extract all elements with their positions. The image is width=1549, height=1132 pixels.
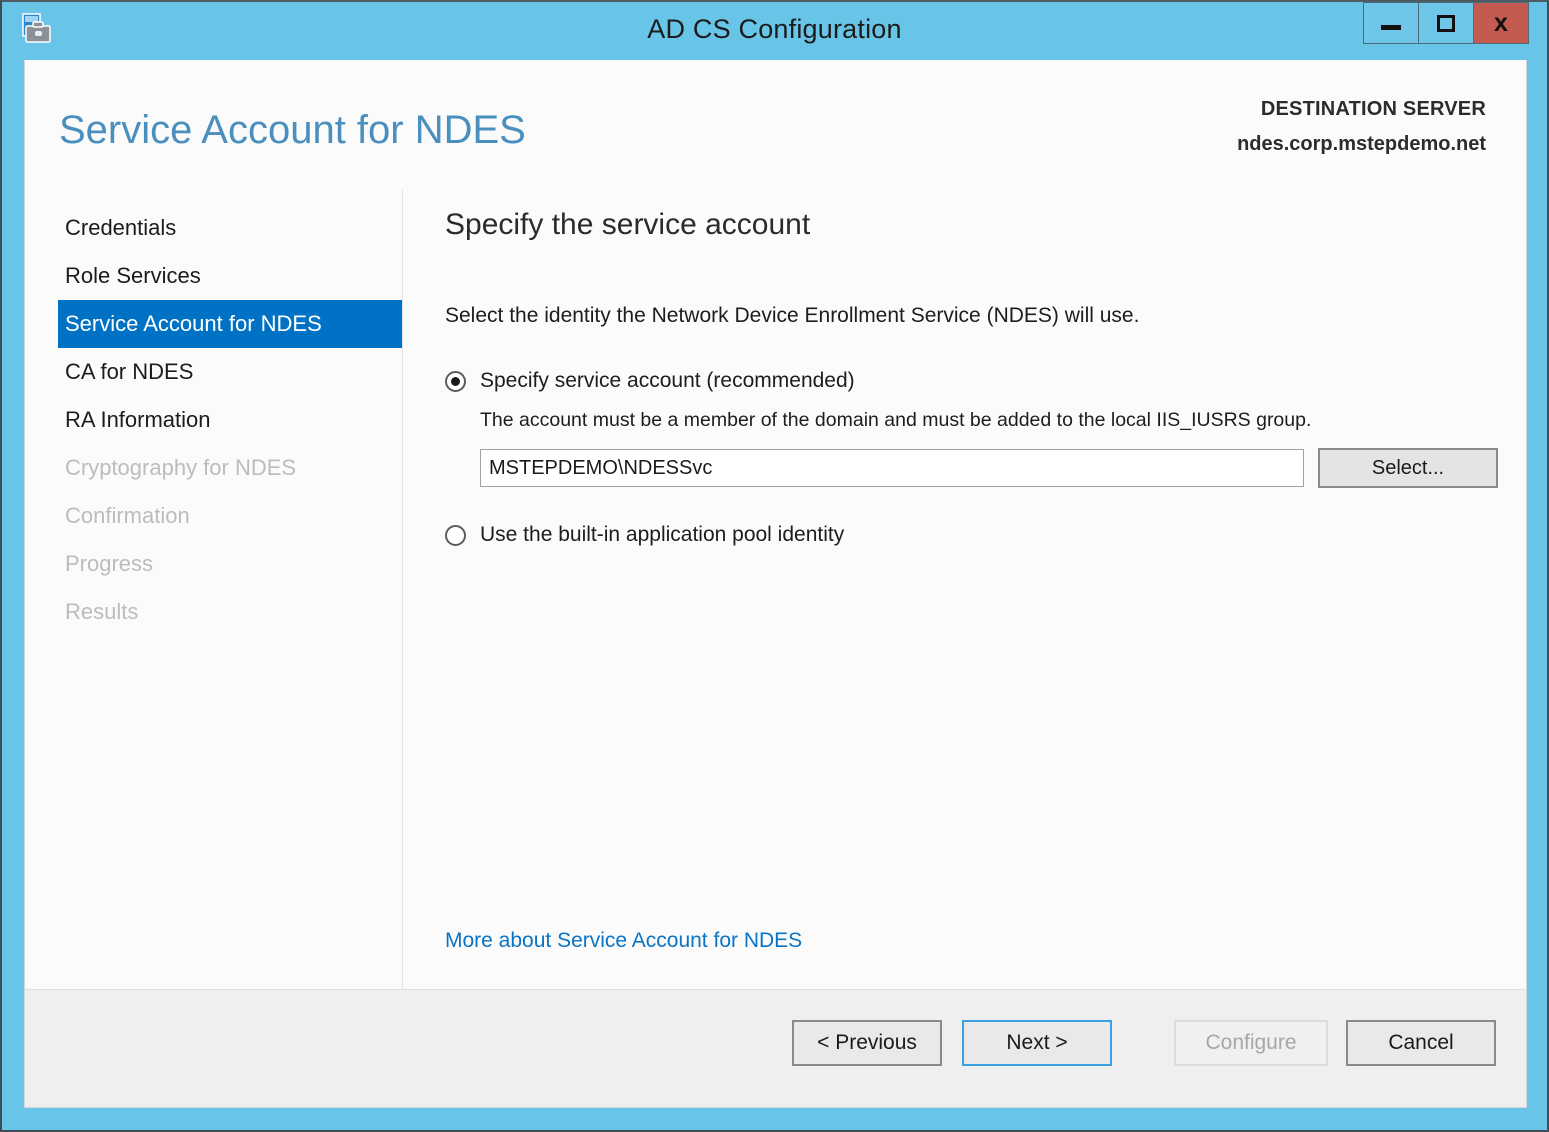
wizard-content: Specify the service account Select the i… (403, 190, 1538, 989)
previous-button[interactable]: < Previous (792, 1020, 942, 1066)
page-header: Service Account for NDES DESTINATION SER… (25, 60, 1526, 190)
sidebar-item-cryptography-for-ndes: Cryptography for NDES (25, 444, 402, 492)
option-specify-service-account-label: Specify service account (recommended) (480, 366, 855, 395)
option-builtin-app-pool-identity-label: Use the built-in application pool identi… (480, 520, 844, 549)
wizard-client-area: Service Account for NDES DESTINATION SER… (24, 60, 1527, 1108)
wizard-body: Credentials Role Services Service Accoun… (25, 190, 1526, 989)
sidebar-item-ra-information[interactable]: RA Information (25, 396, 402, 444)
footer-buttons: < Previous Next > Configure Cancel (792, 1020, 1496, 1066)
destination-server-label: DESTINATION SERVER (1237, 98, 1486, 121)
radio-specify-service-account-icon[interactable] (445, 371, 466, 392)
cancel-button[interactable]: Cancel (1346, 1020, 1496, 1066)
wizard-step-nav: Credentials Role Services Service Accoun… (25, 190, 403, 989)
sidebar-item-credentials[interactable]: Credentials (25, 204, 402, 252)
sidebar-item-progress: Progress (25, 540, 402, 588)
sidebar-item-ca-for-ndes[interactable]: CA for NDES (25, 348, 402, 396)
option-builtin-app-pool-identity[interactable]: Use the built-in application pool identi… (445, 520, 1498, 549)
service-account-note: The account must be a member of the doma… (480, 409, 1498, 432)
more-about-link[interactable]: More about Service Account for NDES (445, 929, 802, 953)
adcs-configuration-window: AD CS Configuration x Service Account fo… (0, 0, 1549, 1132)
page-title: Service Account for NDES (59, 108, 526, 153)
window-title: AD CS Configuration (2, 14, 1547, 45)
title-bar[interactable]: AD CS Configuration x (2, 2, 1547, 60)
next-button[interactable]: Next > (962, 1020, 1112, 1066)
radio-builtin-app-pool-identity-icon[interactable] (445, 525, 466, 546)
destination-server-name: ndes.corp.mstepdemo.net (1237, 133, 1486, 156)
maximize-button[interactable] (1418, 2, 1474, 44)
close-button[interactable]: x (1473, 2, 1529, 44)
select-button[interactable]: Select... (1318, 448, 1498, 488)
maximize-icon (1437, 15, 1455, 32)
configure-button: Configure (1174, 1020, 1328, 1066)
option-specify-service-account[interactable]: Specify service account (recommended) (445, 366, 1498, 395)
sidebar-item-confirmation: Confirmation (25, 492, 402, 540)
service-account-field-row: MSTEPDEMO\NDESSvc Select... (480, 448, 1498, 488)
service-account-input[interactable]: MSTEPDEMO\NDESSvc (480, 449, 1304, 487)
content-description: Select the identity the Network Device E… (445, 304, 1498, 328)
content-heading: Specify the service account (445, 204, 1498, 242)
sidebar-item-results: Results (25, 588, 402, 636)
sidebar-item-role-services[interactable]: Role Services (25, 252, 402, 300)
window-controls: x (1364, 2, 1529, 44)
minimize-button[interactable] (1363, 2, 1419, 44)
wizard-footer: < Previous Next > Configure Cancel (25, 989, 1526, 1107)
destination-server-block: DESTINATION SERVER ndes.corp.mstepdemo.n… (1237, 98, 1486, 156)
minimize-icon (1381, 25, 1401, 30)
close-icon: x (1494, 11, 1508, 36)
sidebar-item-service-account-for-ndes[interactable]: Service Account for NDES (58, 300, 402, 348)
